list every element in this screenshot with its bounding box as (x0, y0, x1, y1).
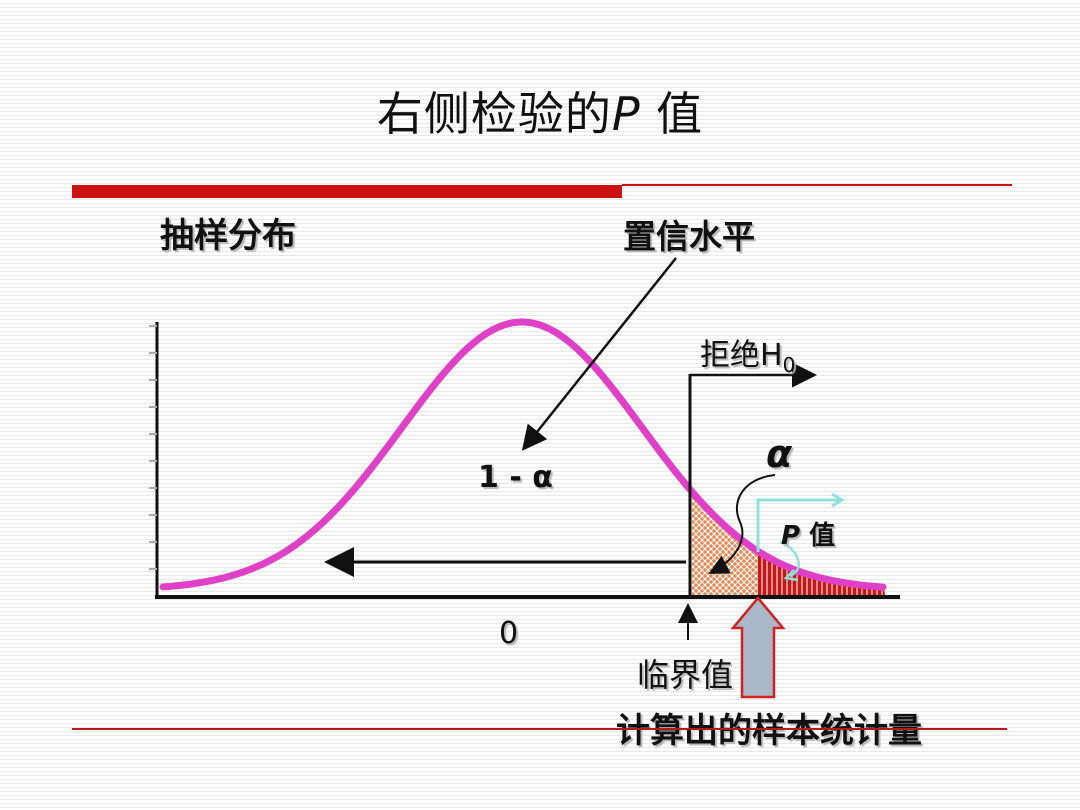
reject-h0-text: 拒绝H (700, 338, 783, 373)
alpha-label: α (766, 432, 793, 476)
reject-h0-subscript: 0 (782, 353, 796, 377)
one-minus-alpha-label: 1 - α (478, 460, 553, 495)
bottom-divider (72, 728, 1007, 730)
confidence-pointer-arrow (521, 257, 677, 451)
p-value-label: P 值 (781, 515, 835, 552)
p-value-italic: P (781, 521, 801, 551)
p-value-diagram (149, 257, 900, 699)
critical-value-label: 临界值 (637, 656, 734, 694)
computed-statistic-arrow (730, 596, 786, 699)
confidence-level-label: 置信水平 (623, 217, 755, 256)
sampling-distribution-label: 抽样分布 (160, 216, 296, 256)
p-value-suffix: 值 (800, 521, 836, 551)
reject-h0-label: 拒绝H0 (700, 330, 795, 377)
zero-label: 0 (499, 616, 519, 651)
